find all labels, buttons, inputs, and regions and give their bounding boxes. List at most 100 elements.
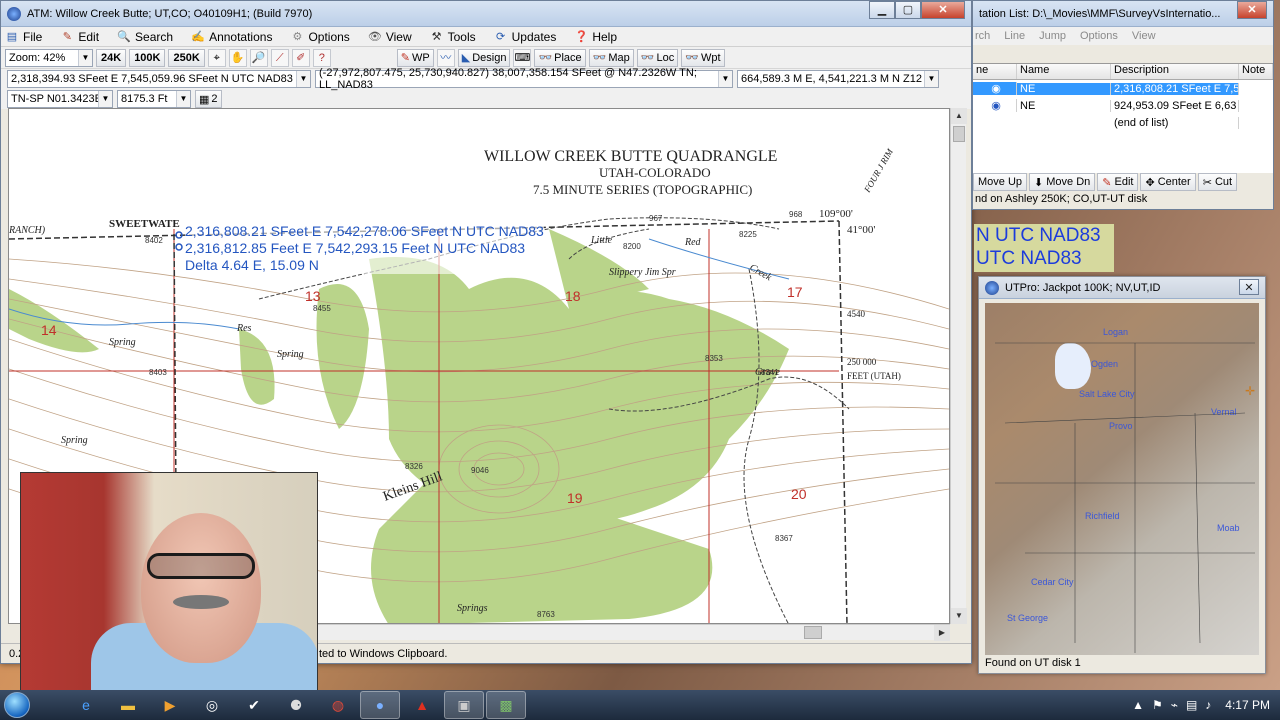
utah-overview-map[interactable]: Logan Ogden Salt Lake City Vernal Provo … — [985, 303, 1259, 655]
scale-250k-button[interactable]: 250K — [168, 48, 205, 67]
point-marker[interactable] — [175, 243, 183, 251]
taskbar-map-icon[interactable]: ▩ — [486, 691, 526, 719]
close-button[interactable]: ✕ — [1237, 1, 1267, 19]
taskbar-app-icon[interactable]: ◎ — [192, 691, 232, 719]
menu-view[interactable]: 👁 View — [368, 30, 412, 44]
wpt-button[interactable]: 👓 Wpt — [681, 48, 725, 67]
place-label: Red — [684, 237, 702, 248]
move-up-button[interactable]: Move Up — [973, 173, 1028, 191]
button-label: Edit — [1114, 176, 1134, 188]
menu-edit[interactable]: ✎ Edit — [60, 30, 99, 44]
ruler-icon[interactable]: ⟋ — [270, 48, 289, 67]
menu-line[interactable]: Line — [1004, 30, 1025, 42]
close-button[interactable]: ✕ — [921, 1, 965, 19]
column-header[interactable]: Description — [1111, 64, 1239, 79]
table-row[interactable]: ◉ NE 924,953.09 SFeet E 6,63 — [973, 97, 1273, 114]
section-number: 18 — [565, 288, 581, 304]
taskbar-camera-icon[interactable]: ⚈ — [276, 691, 316, 719]
coord-system-select[interactable]: 2,318,394.93 SFeet E 7,545,059.96 SFeet … — [7, 70, 311, 88]
edit-button[interactable]: ✎ Edit — [1097, 173, 1139, 191]
clock[interactable]: 4:17 PM — [1225, 698, 1270, 712]
taskbar-atm-icon[interactable]: ● — [360, 691, 400, 719]
map-button[interactable]: 👓 Map — [588, 48, 634, 67]
menu-view[interactable]: View — [1132, 30, 1156, 42]
design-button[interactable]: ◣ Design — [457, 48, 511, 67]
volume-icon[interactable]: ♪ — [1205, 698, 1211, 712]
menu-options[interactable]: Options — [1080, 30, 1118, 42]
taskbar-explorer-icon[interactable]: ▬ — [108, 691, 148, 719]
power-icon[interactable]: ⌁ — [1171, 698, 1178, 712]
profile-icon[interactable]: 〰 — [436, 48, 455, 67]
menu-search[interactable]: rch — [975, 30, 990, 42]
table-row[interactable]: ◉ NE 2,316,808.21 SFeet E 7,5 — [973, 80, 1273, 97]
crosshair-icon[interactable]: ⌖ — [207, 48, 226, 67]
start-button[interactable] — [0, 690, 34, 720]
menu-updates[interactable]: ⟳ Updates — [494, 30, 556, 44]
scroll-down-icon[interactable]: ▼ — [951, 608, 967, 624]
cut-button[interactable]: ✂ Cut — [1197, 173, 1238, 191]
place-label: Spring — [61, 435, 88, 446]
row-description: (end of list) — [1111, 116, 1239, 129]
menu-tools[interactable]: ⚒ Tools — [430, 30, 476, 44]
menu-jump[interactable]: Jump — [1039, 30, 1066, 42]
query-icon[interactable]: ? — [312, 48, 331, 67]
wp-button[interactable]: ✎ WP — [396, 48, 434, 67]
zoom-select[interactable]: Zoom: 42% ▼ — [5, 48, 93, 67]
chevron-down-icon: ▼ — [924, 71, 938, 87]
column-header[interactable]: ne — [973, 64, 1017, 79]
column-header[interactable]: Name — [1017, 64, 1111, 79]
menu-annotations[interactable]: ✍ Annotations — [191, 30, 272, 44]
main-titlebar[interactable]: ATM: Willow Creek Butte; UT,CO; O40109H1… — [1, 1, 971, 27]
taskbar-chrome-icon[interactable]: ◍ — [318, 691, 358, 719]
utm-select[interactable]: 664,589.3 M E, 4,541,221.3 M N Z12 ▼ — [737, 70, 939, 88]
hand-icon[interactable]: ✋ — [228, 48, 247, 67]
move-down-button[interactable]: ⬇ Move Dn — [1029, 173, 1096, 191]
elevation-label: 8225 — [739, 230, 757, 239]
menu-file[interactable]: ▤ File — [5, 30, 43, 44]
scroll-thumb[interactable] — [804, 626, 822, 639]
magnifier-icon[interactable]: 🔎 — [249, 48, 268, 67]
background-map-text: N UTC NAD83 UTC NAD83 — [974, 224, 1114, 272]
loc-button[interactable]: 👓 Loc — [636, 48, 679, 67]
scale-100k-button[interactable]: 100K — [129, 48, 166, 67]
column-header[interactable]: Note — [1239, 64, 1273, 79]
distance-units-select[interactable]: 8175.3 Ft ▼ — [117, 90, 191, 108]
taskbar-pdf-icon[interactable]: ▲ — [402, 691, 442, 719]
point-list-buttons: Move Up ⬇ Move Dn ✎ Edit ✥ Center ✂ Cut — [973, 173, 1238, 191]
taskbar-media-icon[interactable]: ▶ — [150, 691, 190, 719]
menu-search[interactable]: 🔍 Search — [117, 30, 173, 44]
measure-icon[interactable]: ✐ — [291, 48, 310, 67]
network-icon[interactable]: ▤ — [1186, 698, 1197, 712]
taskbar-mail-icon[interactable]: ✔ — [234, 691, 274, 719]
taskbar-window-icon[interactable]: ▣ — [444, 691, 484, 719]
map-horizontal-scrollbar[interactable]: ▶ — [318, 624, 950, 641]
menu-options[interactable]: ⚙ Options — [290, 30, 350, 44]
ranch-label: RANCH) — [9, 225, 46, 236]
keyboard-icon[interactable]: ⌨ — [513, 48, 532, 67]
row-name: NE — [1017, 82, 1111, 95]
menu-help[interactable]: ❓ Help — [574, 30, 617, 44]
flag-icon[interactable]: ⚑ — [1152, 698, 1163, 712]
center-button[interactable]: ✥ Center — [1140, 173, 1196, 191]
help-icon: ❓ — [574, 30, 589, 43]
row-description: 2,316,808.21 SFeet E 7,5 — [1111, 82, 1239, 95]
utpro-titlebar[interactable]: UTPro: Jackpot 100K; NV,UT,ID ✕ — [979, 277, 1265, 299]
bearing-select[interactable]: TN-SP N01.3423E ▼ — [7, 90, 113, 108]
layers-button[interactable]: ▦ 2 — [195, 90, 222, 108]
table-row[interactable]: (end of list) — [973, 114, 1273, 131]
point-list-titlebar[interactable]: tation List: D:\_Movies\MMF\SurveyVsInte… — [973, 1, 1273, 27]
scroll-thumb[interactable] — [953, 126, 965, 142]
map-vertical-scrollbar[interactable]: ▲ ▼ — [950, 108, 967, 624]
minimize-button[interactable]: ▁ — [869, 1, 895, 19]
taskbar-ie-icon[interactable]: e — [66, 691, 106, 719]
scroll-right-icon[interactable]: ▶ — [934, 625, 950, 641]
quad-state: UTAH-COLORADO — [599, 165, 711, 180]
tray-arrow-icon[interactable]: ▲ — [1132, 698, 1144, 712]
measure-overlay: 2,316,808.21 SFeet E 7,542,278.06 SFeet … — [185, 223, 544, 274]
close-button[interactable]: ✕ — [1239, 279, 1259, 295]
maximize-button[interactable]: ▢ — [895, 1, 921, 19]
distance-select[interactable]: (-27,972,807.475, 25,730,940.827) 38,007… — [315, 67, 733, 91]
scale-24k-button[interactable]: 24K — [96, 48, 127, 67]
place-button[interactable]: 👓 Place — [534, 48, 586, 67]
scroll-up-icon[interactable]: ▲ — [951, 108, 967, 124]
